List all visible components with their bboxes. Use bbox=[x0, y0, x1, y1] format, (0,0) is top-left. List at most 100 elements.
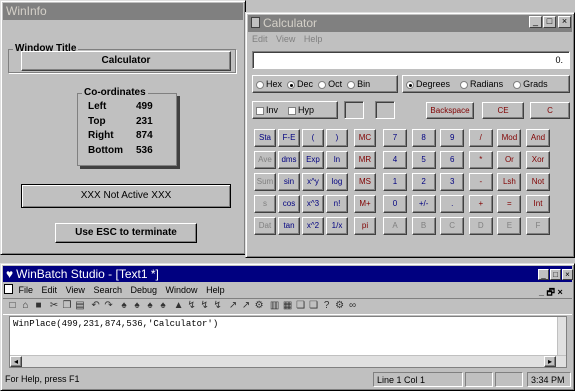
child-restore-button[interactable]: 🗗 bbox=[547, 287, 555, 297]
redo-icon[interactable]: ↷ bbox=[102, 299, 115, 312]
sci-key[interactable]: ln bbox=[326, 151, 348, 169]
num-key[interactable]: 8 bbox=[411, 129, 436, 147]
num-key[interactable]: A bbox=[383, 217, 407, 235]
memory-key[interactable]: pi bbox=[354, 217, 376, 235]
num-key[interactable]: + bbox=[468, 195, 493, 213]
memory-key[interactable]: M+ bbox=[354, 195, 376, 213]
num-key[interactable]: 4 bbox=[383, 151, 407, 169]
winbatch-close-button[interactable]: × bbox=[562, 269, 573, 280]
esc-terminate-button[interactable]: Use ESC to terminate bbox=[55, 223, 197, 243]
help-icon[interactable]: ? bbox=[320, 299, 333, 312]
sci-key[interactable]: dms bbox=[278, 151, 300, 169]
num-key[interactable]: / bbox=[468, 129, 493, 147]
menu-debug[interactable]: Debug bbox=[131, 285, 158, 295]
menu-file[interactable]: File bbox=[19, 285, 34, 295]
memory-key[interactable]: MS bbox=[354, 173, 376, 191]
maximize-button[interactable]: □ bbox=[543, 16, 556, 28]
calculator-titlebar[interactable]: Calculator bbox=[248, 15, 572, 32]
menu-search[interactable]: Search bbox=[93, 285, 122, 295]
num-key[interactable]: And bbox=[526, 129, 550, 147]
menu-view[interactable]: View bbox=[66, 285, 85, 295]
memory-key[interactable]: MR bbox=[354, 151, 376, 169]
sci-key[interactable]: Ave bbox=[254, 151, 276, 169]
bookmark-prev-icon[interactable]: ↯ bbox=[198, 299, 211, 312]
calc-menu-edit[interactable]: Edit bbox=[252, 34, 268, 44]
num-key[interactable]: Xor bbox=[526, 151, 550, 169]
num-key[interactable]: Mod bbox=[497, 129, 522, 147]
ce-button[interactable]: CE bbox=[482, 102, 524, 119]
copy-icon[interactable]: ❐ bbox=[61, 299, 74, 312]
bookmark-icon[interactable]: ▲ bbox=[172, 299, 185, 312]
num-key[interactable]: * bbox=[468, 151, 493, 169]
sci-key[interactable]: 1/x bbox=[326, 217, 348, 235]
radio-grads[interactable]: Grads bbox=[513, 79, 548, 89]
num-key[interactable]: Int bbox=[526, 195, 550, 213]
radio-oct[interactable]: Oct bbox=[318, 79, 342, 89]
run-icon[interactable]: ↗ bbox=[227, 299, 240, 312]
cut-icon[interactable]: ✂ bbox=[48, 299, 61, 312]
child-close-button[interactable]: × bbox=[558, 287, 563, 297]
num-key[interactable]: +/- bbox=[411, 195, 436, 213]
winbatch-titlebar[interactable]: ♥ WinBatch Studio - [Text1 *] bbox=[3, 266, 572, 282]
calc-menu-help[interactable]: Help bbox=[304, 34, 323, 44]
tile-icon[interactable]: ▦ bbox=[281, 299, 294, 312]
num-key[interactable]: 2 bbox=[411, 173, 436, 191]
sci-key[interactable]: ) bbox=[326, 129, 348, 147]
sci-key[interactable]: x^2 bbox=[302, 217, 324, 235]
calc-menu-view[interactable]: View bbox=[276, 34, 295, 44]
find-icon[interactable]: ♠ bbox=[118, 299, 131, 312]
sci-key[interactable]: Sum bbox=[254, 173, 276, 191]
window-list-icon[interactable]: ▥ bbox=[268, 299, 281, 312]
arrange-icon[interactable]: ❏ bbox=[307, 299, 320, 312]
menu-help[interactable]: Help bbox=[206, 285, 225, 295]
bookmark-clear-icon[interactable]: ↯ bbox=[211, 299, 224, 312]
sci-key[interactable]: ( bbox=[302, 129, 324, 147]
sci-key[interactable]: n! bbox=[326, 195, 348, 213]
sci-key[interactable]: s bbox=[254, 195, 276, 213]
backspace-button[interactable]: Backspace bbox=[426, 102, 474, 119]
scroll-right-button[interactable]: ▸ bbox=[544, 356, 556, 367]
memory-key[interactable]: MC bbox=[354, 129, 376, 147]
winbatch-minimize-button[interactable]: _ bbox=[538, 269, 549, 280]
cascade-icon[interactable]: ❏ bbox=[294, 299, 307, 312]
checkbox-inv[interactable]: Inv bbox=[256, 105, 278, 115]
sci-key[interactable]: x^y bbox=[302, 173, 324, 191]
save-icon[interactable]: ■ bbox=[32, 299, 45, 312]
num-key[interactable]: Lsh bbox=[497, 173, 522, 191]
menu-window[interactable]: Window bbox=[166, 285, 198, 295]
undo-icon[interactable]: ↶ bbox=[89, 299, 102, 312]
radio-degrees[interactable]: Degrees bbox=[406, 79, 450, 89]
code-line[interactable]: WinPlace(499,231,874,536,'Calculator') bbox=[13, 319, 218, 329]
checkbox-hyp[interactable]: Hyp bbox=[288, 105, 314, 115]
wininfo-titlebar[interactable]: WinInfo bbox=[3, 3, 243, 20]
radio-bin[interactable]: Bin bbox=[347, 79, 370, 89]
num-key[interactable]: E bbox=[497, 217, 522, 235]
num-key[interactable]: = bbox=[497, 195, 522, 213]
num-key[interactable]: 1 bbox=[383, 173, 407, 191]
minimize-button[interactable]: _ bbox=[529, 16, 542, 28]
sci-key[interactable]: x^3 bbox=[302, 195, 324, 213]
num-key[interactable]: 3 bbox=[440, 173, 465, 191]
find-next-icon[interactable]: ♠ bbox=[131, 299, 144, 312]
num-key[interactable]: 0 bbox=[383, 195, 407, 213]
replace-icon[interactable]: ♠ bbox=[157, 299, 170, 312]
glasses-icon[interactable]: ∞ bbox=[346, 299, 359, 312]
num-key[interactable]: B bbox=[411, 217, 436, 235]
radio-radians[interactable]: Radians bbox=[460, 79, 503, 89]
sci-key[interactable]: F-E bbox=[278, 129, 300, 147]
num-key[interactable]: D bbox=[468, 217, 493, 235]
num-key[interactable]: - bbox=[468, 173, 493, 191]
num-key[interactable]: 6 bbox=[440, 151, 465, 169]
debug-icon[interactable]: ⚙ bbox=[253, 299, 266, 312]
radio-hex[interactable]: Hex bbox=[256, 79, 282, 89]
find-prev-icon[interactable]: ♠ bbox=[144, 299, 157, 312]
scroll-left-button[interactable]: ◂ bbox=[10, 356, 22, 367]
open-folder-icon[interactable]: ⌂ bbox=[19, 299, 32, 312]
sci-key[interactable]: log bbox=[326, 173, 348, 191]
num-key[interactable]: Or bbox=[497, 151, 522, 169]
step-icon[interactable]: ↗ bbox=[240, 299, 253, 312]
sci-key[interactable]: Dat bbox=[254, 217, 276, 235]
winbatch-maximize-button[interactable]: □ bbox=[550, 269, 561, 280]
sci-key[interactable]: Exp bbox=[302, 151, 324, 169]
sci-key[interactable]: tan bbox=[278, 217, 300, 235]
